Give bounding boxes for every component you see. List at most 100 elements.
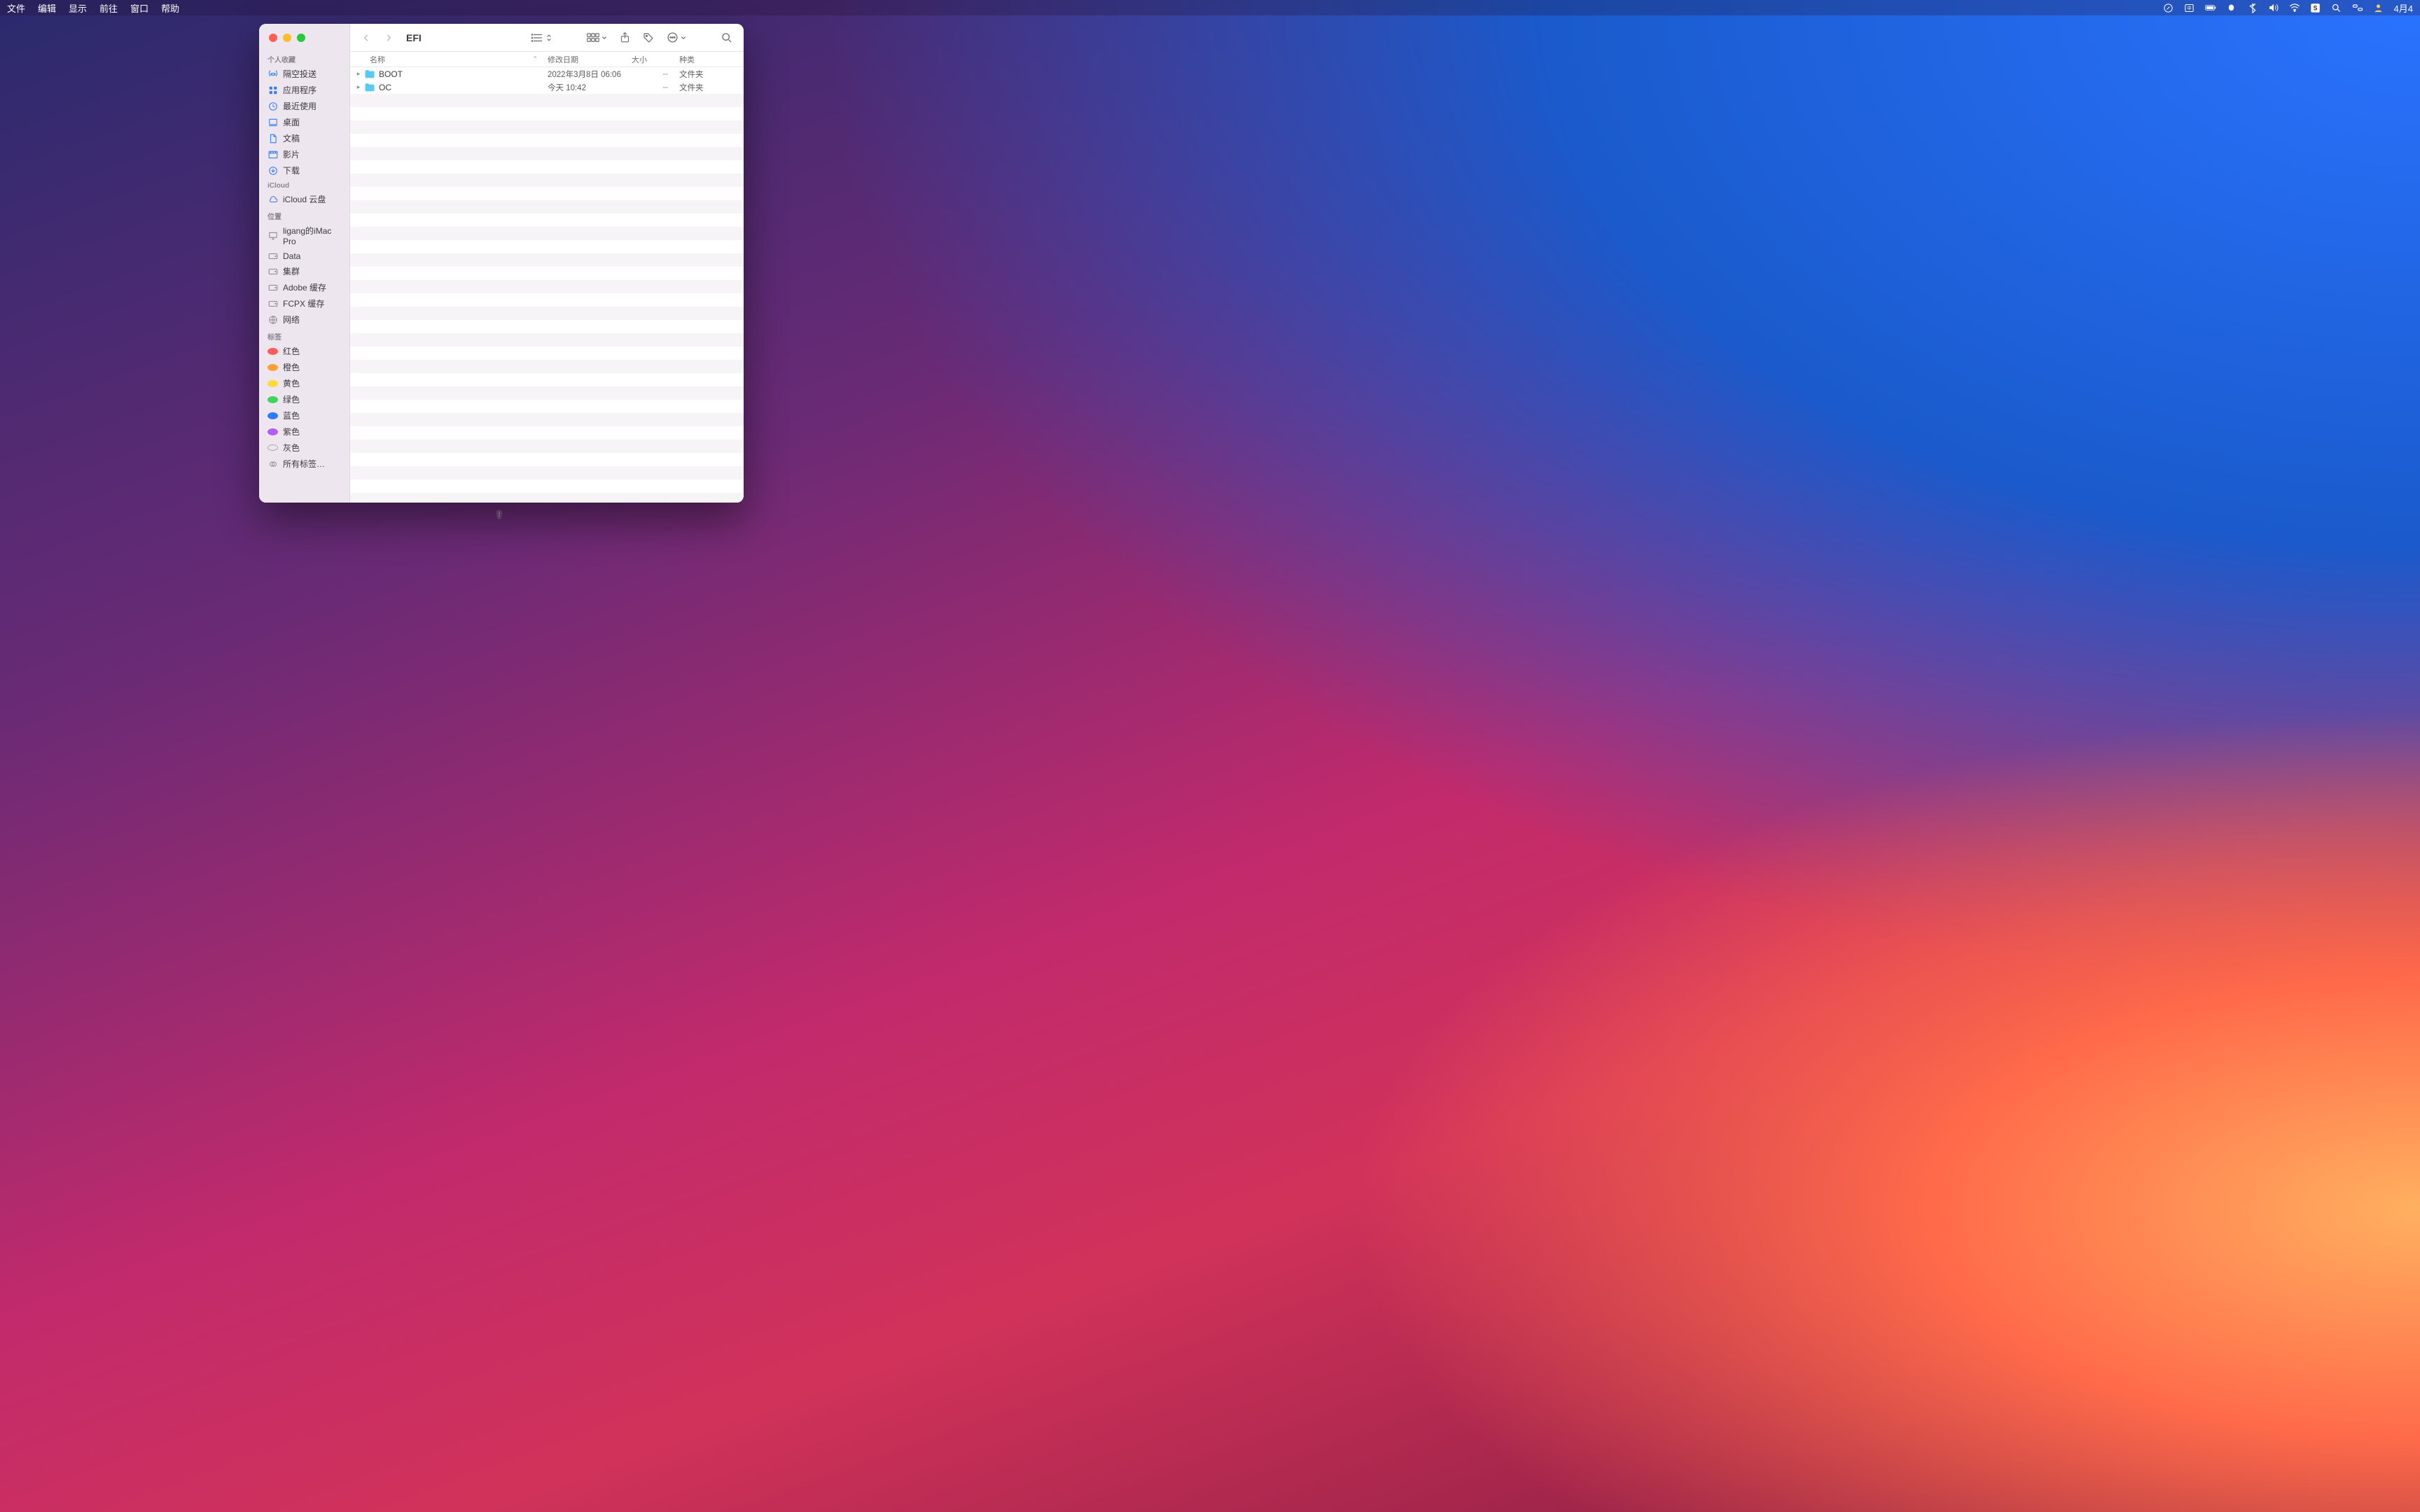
sidebar-item-iCloud 云盘[interactable]: iCloud 云盘	[259, 191, 349, 207]
qq-icon[interactable]	[2226, 2, 2237, 13]
sidebar-item-红色[interactable]: 红色	[259, 343, 349, 359]
disk-icon	[267, 266, 278, 276]
sidebar-item-桌面[interactable]: 桌面	[259, 114, 349, 130]
empty-row	[350, 267, 744, 280]
menu-帮助[interactable]: 帮助	[161, 1, 179, 15]
battery-icon[interactable]	[2205, 2, 2216, 13]
column-kind[interactable]: 种类	[679, 54, 744, 65]
sidebar-item-Data[interactable]: Data	[259, 248, 349, 263]
sidebar-item-最近使用[interactable]: 最近使用	[259, 98, 349, 114]
empty-row	[350, 227, 744, 240]
menu-显示[interactable]: 显示	[69, 1, 87, 15]
minimize-button[interactable]	[283, 34, 291, 42]
empty-row	[350, 187, 744, 200]
sidebar-item-label: 所有标签…	[283, 458, 325, 470]
menubar-date[interactable]: 4月4	[2394, 1, 2413, 15]
empty-row	[350, 120, 744, 134]
tag-dot-icon	[267, 396, 278, 403]
column-date[interactable]: 修改日期	[548, 54, 632, 65]
back-button[interactable]	[359, 30, 374, 46]
view-mode-button[interactable]	[529, 31, 555, 44]
sidebar-item-FCPX 缓存[interactable]: FCPX 缓存	[259, 295, 349, 312]
apps-icon	[267, 85, 278, 95]
sidebar-item-label: 文稿	[283, 132, 300, 144]
column-name[interactable]: 名称⌃	[370, 54, 548, 65]
empty-row	[350, 253, 744, 267]
empty-row	[350, 479, 744, 493]
sidebar-item-灰色[interactable]: 灰色	[259, 440, 349, 456]
file-row[interactable]: ▸OC今天 10:42--文件夹	[350, 80, 744, 94]
sidebar-item-ligang的iMac Pro[interactable]: ligang的iMac Pro	[259, 223, 349, 248]
forward-button[interactable]	[381, 30, 396, 46]
empty-row	[350, 440, 744, 453]
sidebar-item-label: ligang的iMac Pro	[283, 225, 341, 246]
share-button[interactable]	[617, 30, 633, 45]
empty-row	[350, 466, 744, 479]
search-button[interactable]	[718, 31, 735, 45]
tag-dot-icon	[267, 412, 278, 419]
empty-row	[350, 280, 744, 293]
input-method-icon[interactable]: 中	[2184, 2, 2195, 13]
svg-text:中: 中	[2187, 5, 2191, 11]
sidebar-item-label: 应用程序	[283, 84, 317, 96]
sidebar-item-集群[interactable]: 集群	[259, 263, 349, 279]
disk-icon	[267, 251, 278, 261]
sidebar-item-label: FCPX 缓存	[283, 298, 324, 309]
menu-编辑[interactable]: 编辑	[38, 1, 56, 15]
menu-窗口[interactable]: 窗口	[130, 1, 148, 15]
sidebar-item-label: 下载	[283, 164, 300, 176]
empty-row	[350, 320, 744, 333]
sidebar-item-蓝色[interactable]: 蓝色	[259, 407, 349, 424]
sidebar-item-橙色[interactable]: 橙色	[259, 359, 349, 375]
network-icon	[267, 314, 278, 325]
sidebar-item-label: 紫色	[283, 426, 300, 438]
empty-row	[350, 333, 744, 346]
cursor-icon: ⇧	[495, 509, 503, 521]
volume-icon[interactable]	[2268, 2, 2279, 13]
disclosure-triangle-icon[interactable]: ▸	[354, 83, 363, 91]
toolbar: EFI	[350, 24, 744, 52]
file-name: BOOT	[379, 69, 548, 79]
sidebar-section-标签: 标签	[259, 328, 349, 343]
bluetooth-icon[interactable]	[2247, 2, 2258, 13]
empty-row	[350, 426, 744, 440]
menu-文件[interactable]: 文件	[7, 1, 25, 15]
sidebar-item-文稿[interactable]: 文稿	[259, 130, 349, 146]
user-icon[interactable]	[2373, 2, 2384, 13]
sidebar-item-绿色[interactable]: 绿色	[259, 391, 349, 407]
group-button[interactable]	[584, 31, 610, 44]
control-center-icon[interactable]	[2352, 2, 2363, 13]
safari-icon[interactable]	[2163, 2, 2174, 13]
sidebar-item-label: 绿色	[283, 393, 300, 405]
sidebar-item-label: 网络	[283, 314, 300, 326]
close-button[interactable]	[269, 34, 277, 42]
sidebar-item-label: 影片	[283, 148, 300, 160]
sidebar-item-label: 桌面	[283, 116, 300, 128]
disclosure-triangle-icon[interactable]: ▸	[354, 70, 363, 78]
menu-前往[interactable]: 前往	[99, 1, 118, 15]
sidebar-item-下载[interactable]: 下载	[259, 162, 349, 178]
folder-icon	[364, 69, 375, 79]
sidebar-item-Adobe 缓存[interactable]: Adobe 缓存	[259, 279, 349, 295]
wifi-icon[interactable]	[2289, 2, 2300, 13]
zoom-button[interactable]	[297, 34, 305, 42]
tag-button[interactable]	[640, 31, 657, 45]
download-icon	[267, 165, 278, 176]
sidebar-item-所有标签…[interactable]: 所有标签…	[259, 456, 349, 472]
column-header: 名称⌃ 修改日期 大小 种类	[350, 52, 744, 67]
sidebar-item-黄色[interactable]: 黄色	[259, 375, 349, 391]
column-size[interactable]: 大小	[632, 54, 679, 65]
sidebar-item-紫色[interactable]: 紫色	[259, 424, 349, 440]
sidebar-item-label: 蓝色	[283, 410, 300, 421]
spotlight-icon[interactable]	[2331, 2, 2342, 13]
app-s-icon[interactable]: S	[2310, 2, 2321, 13]
sidebar-item-网络[interactable]: 网络	[259, 312, 349, 328]
sidebar-item-应用程序[interactable]: 应用程序	[259, 82, 349, 98]
traffic-lights	[269, 34, 305, 42]
action-button[interactable]	[664, 30, 689, 45]
tag-dot-icon	[267, 380, 278, 387]
file-date: 2022年3月8日 06:06	[548, 69, 632, 80]
sidebar-item-隔空投送[interactable]: 隔空投送	[259, 66, 349, 82]
file-row[interactable]: ▸BOOT2022年3月8日 06:06--文件夹	[350, 67, 744, 80]
sidebar-item-影片[interactable]: 影片	[259, 146, 349, 162]
